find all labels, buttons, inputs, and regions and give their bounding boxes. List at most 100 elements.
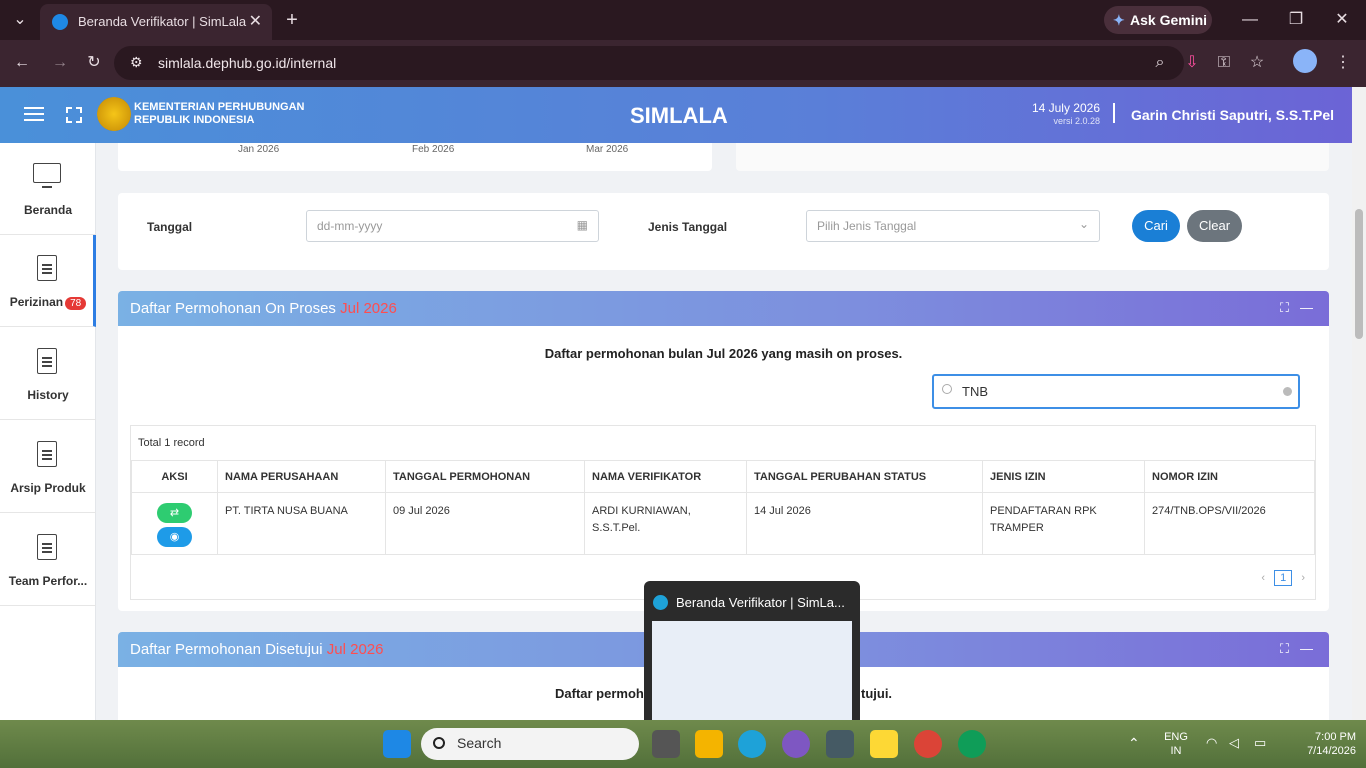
browser-tab[interactable]: Beranda Verifikator | SimLala ✕ [40,4,272,40]
cari-button[interactable]: Cari [1132,210,1180,242]
next-page-icon[interactable]: › [1301,572,1305,584]
language-indicator[interactable]: ENG IN [1160,730,1192,758]
wifi-icon[interactable]: ◠ [1206,736,1217,750]
hamburger-menu-icon[interactable] [24,107,44,121]
cell-verifikator: ARDI KURNIAWAN, S.S.T.Pel. [584,492,747,555]
fullscreen-icon[interactable] [66,107,82,123]
calendar-icon: ▦ [576,218,588,232]
col-tanggal-perubahan-status[interactable]: TANGGAL PERUBAHAN STATUS [746,460,983,493]
prev-page-icon[interactable]: ‹ [1261,572,1265,584]
panel-title: Daftar Permohonan Disetujui [130,641,323,658]
forward-icon[interactable]: → [46,49,74,77]
edge-icon[interactable] [738,730,766,758]
view-button[interactable]: ◉ [157,527,192,547]
gemini-sparkle-icon: ✦ [1113,12,1125,28]
new-tab-icon[interactable]: + [278,6,306,34]
camera-app-icon[interactable] [826,730,854,758]
sidebar-item-team-performance[interactable]: Team Perfor... [0,514,96,606]
panel-description: Daftar permoh [555,686,644,701]
ask-gemini-label: Ask Gemini [1130,12,1208,28]
password-key-icon[interactable]: ⚿ [1210,49,1238,77]
chrome-profile-icon[interactable] [958,730,986,758]
panel-title: Daftar Permohonan On Proses [130,300,336,317]
collapse-icon[interactable]: — [1300,641,1313,656]
document-icon [37,255,57,281]
app-header: KEMENTERIAN PERHUBUNGAN REPUBLIK INDONES… [0,87,1366,143]
col-nama-verifikator[interactable]: NAMA VERIFIKATOR [584,460,747,493]
install-app-icon[interactable]: ⇩ [1178,49,1206,77]
taskbar-search[interactable]: Search [421,728,639,760]
sidebar: Beranda Perizinan 78 History Arsip Produk… [0,143,96,720]
scrollbar-thumb[interactable] [1355,209,1363,339]
chrome-icon[interactable] [914,730,942,758]
panel-title-month: Jul 2026 [340,300,397,317]
close-window-icon[interactable]: ✕ [1328,6,1356,34]
file-explorer-icon[interactable] [695,730,723,758]
profile-avatar[interactable] [1293,49,1317,73]
clock-date: 7/14/2026 [1307,745,1356,757]
tab-title: Beranda Verifikator | SimLala [78,14,247,29]
minimize-icon[interactable]: — [1236,6,1264,34]
expand-icon[interactable]: ⛶ [1280,300,1289,316]
menu-kebab-icon[interactable]: ⋮ [1329,49,1357,77]
address-bar[interactable]: ⚙ simlala.dephub.go.id/internal [114,46,1184,80]
site-info-icon[interactable]: ⚙ [130,54,143,71]
table-row: ⇄ ◉ PT. TIRTA NUSA BUANA 09 Jul 2026 ARD… [131,492,1315,555]
volume-icon[interactable]: ◁ [1229,736,1239,750]
sidebar-item-history[interactable]: History [0,328,96,420]
col-nama-perusahaan[interactable]: NAMA PERUSAHAAN [217,460,386,493]
sticky-notes-icon[interactable] [870,730,898,758]
tanggal-input[interactable]: dd-mm-yyyy ▦ [306,210,599,242]
col-nomor-izin[interactable]: NOMOR IZIN [1144,460,1315,493]
table-search-input[interactable]: TNB [932,374,1300,409]
sidebar-item-label: History [27,388,69,402]
taskbar-window-preview[interactable]: Beranda Verifikator | SimLa... [644,581,860,720]
tab-search-chevron-icon[interactable]: ⌄ [6,6,34,34]
copilot-icon[interactable] [782,730,810,758]
jenis-tanggal-placeholder: Pilih Jenis Tanggal [817,219,917,233]
aksi-cell: ⇄ ◉ [131,492,218,555]
clear-button[interactable]: Clear [1187,210,1242,242]
table-header-row: AKSI NAMA PERUSAHAAN TANGGAL PERMOHONAN … [131,460,1315,493]
tab-close-icon[interactable]: ✕ [249,11,262,31]
search-value: TNB [962,384,988,399]
filter-card: Tanggal dd-mm-yyyy ▦ Jenis Tanggal Pilih… [118,193,1329,270]
user-name[interactable]: Garin Christi Saputri, S.S.T.Pel [1131,107,1334,123]
cell-nomor-izin: 274/TNB.OPS/VII/2026 [1144,492,1315,555]
col-jenis-izin[interactable]: JENIS IZIN [982,460,1145,493]
header-date: 14 July 2026 [1031,101,1100,115]
windows-start-icon[interactable] [383,730,411,758]
sidebar-item-perizinan[interactable]: Perizinan 78 [0,235,96,327]
ask-gemini-button[interactable]: ✦ Ask Gemini [1104,6,1212,34]
collapse-icon[interactable]: — [1300,300,1313,315]
panel-description-tail: tujui. [861,686,893,701]
task-view-icon[interactable] [652,730,680,758]
back-icon[interactable]: ← [8,49,36,77]
maximize-icon[interactable]: ❐ [1282,6,1310,34]
col-aksi[interactable]: AKSI [131,460,218,493]
page-scrollbar[interactable] [1352,87,1366,720]
reload-icon[interactable]: ↻ [80,49,108,77]
zoom-icon[interactable]: ⌕ [1146,49,1174,77]
search-icon [942,384,952,394]
battery-icon[interactable]: ▭ [1254,736,1266,750]
records-table: AKSI NAMA PERUSAHAAN TANGGAL PERMOHONAN … [131,460,1315,555]
clear-search-icon[interactable] [1283,387,1292,396]
chart-card: Jan 2026 Feb 2026 Mar 2026 [118,143,712,171]
tray-chevron-icon[interactable]: ⌃ [1128,736,1140,750]
sidebar-item-beranda[interactable]: Beranda [0,143,96,235]
chart-x-tick: Mar 2026 [586,144,629,155]
header-divider [1113,103,1115,123]
sidebar-item-arsip-produk[interactable]: Arsip Produk [0,421,96,513]
search-icon [433,737,445,749]
org-line-2: REPUBLIK INDONESIA [134,114,255,126]
page-number[interactable]: 1 [1274,570,1293,586]
col-tanggal-permohonan[interactable]: TANGGAL PERMOHONAN [385,460,585,493]
bookmark-star-icon[interactable]: ☆ [1243,49,1271,77]
clock[interactable]: 7:00 PM 7/14/2026 [1296,730,1356,758]
clock-time: 7:00 PM [1315,731,1356,743]
expand-icon[interactable]: ⛶ [1280,641,1289,657]
browser-toolbar: ← → ↻ ⚙ simlala.dephub.go.id/internal ⌕ … [0,40,1366,87]
jenis-tanggal-select[interactable]: Pilih Jenis Tanggal ⌄ [806,210,1100,242]
process-button[interactable]: ⇄ [157,503,192,523]
